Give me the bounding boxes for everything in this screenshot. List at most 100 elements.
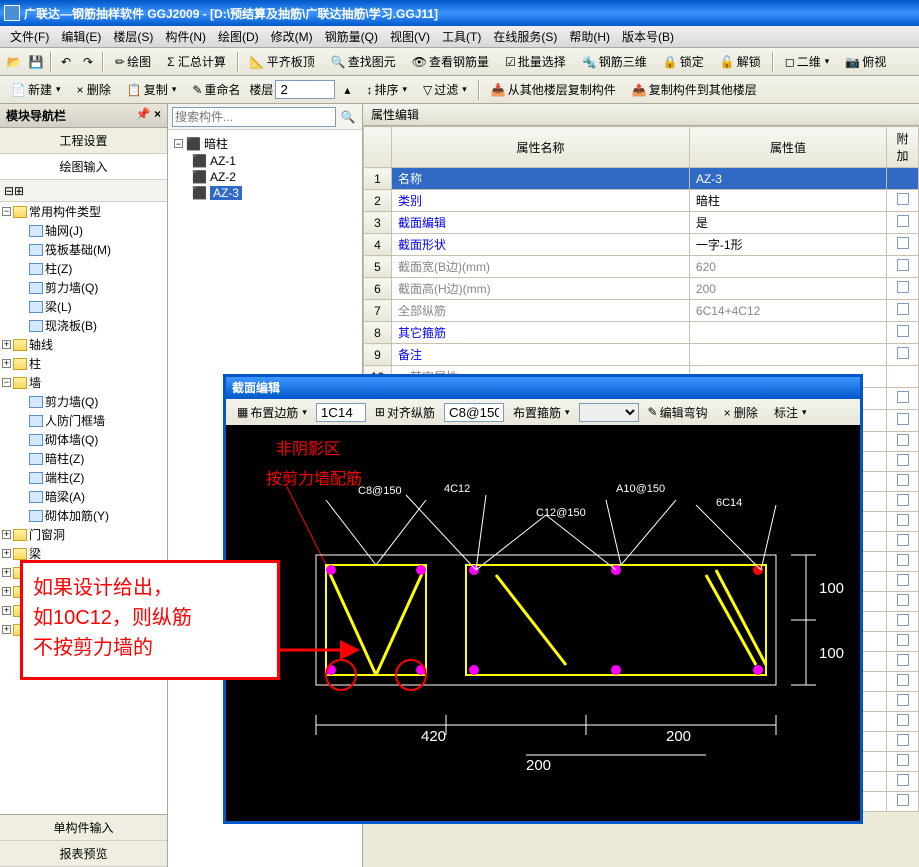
redo-icon[interactable]: ↷ — [78, 52, 98, 72]
filter-button[interactable]: ▽ 过滤 — [416, 78, 474, 101]
property-panel: 属性编辑 属性名称 属性值 附加 1名称AZ-3 2类别暗柱 3截面编辑是 4截… — [363, 104, 919, 867]
draw-button[interactable]: ✏ 绘图 — [108, 50, 158, 73]
floor-input[interactable] — [275, 80, 335, 99]
search-icon[interactable]: 🔍 — [338, 107, 358, 127]
nav-section-single[interactable]: 单构件输入 — [0, 815, 167, 841]
tree-wall-endcolumn[interactable]: 端柱(Z) — [0, 468, 167, 487]
section-editor-toolbar: ▦ 布置边筋 ⊞ 对齐纵筋 布置箍筋 ✎ 编辑弯钩 × 删除 标注 — [226, 399, 860, 425]
tree-root[interactable]: −常用构件类型 — [0, 202, 167, 221]
tree-item-grid[interactable]: 轴网(J) — [0, 221, 167, 240]
lock-button[interactable]: 🔒 锁定 — [656, 50, 711, 73]
main-menubar: 文件(F) 编辑(E) 楼层(S) 构件(N) 绘图(D) 修改(M) 钢筋量(… — [0, 26, 919, 48]
menu-help[interactable]: 帮助(H) — [563, 26, 616, 47]
open-icon[interactable]: 📂 — [4, 52, 24, 72]
pin-icon[interactable]: 📌 × — [136, 107, 161, 124]
prop-row-7[interactable]: 7全部纵筋6C14+4C12 — [364, 300, 919, 322]
tree-wall-hiddenbeam[interactable]: 暗梁(A) — [0, 487, 167, 506]
prop-row-6[interactable]: 6截面高(H边)(mm)200 — [364, 278, 919, 300]
batch-select-button[interactable]: ☑ 批量选择 — [498, 50, 573, 73]
menu-rebar[interactable]: 钢筋量(Q) — [319, 26, 384, 47]
undo-icon[interactable]: ↶ — [56, 52, 76, 72]
tree-wall-defense[interactable]: 人防门框墙 — [0, 411, 167, 430]
find-button[interactable]: 🔍 查找图元 — [324, 50, 403, 73]
rebar3d-button[interactable]: 🔩 钢筋三维 — [575, 50, 654, 73]
edge-rebar-input[interactable] — [316, 403, 366, 422]
menu-tools[interactable]: 工具(T) — [436, 26, 487, 47]
edit-hook-button[interactable]: ✎ 编辑弯钩 — [641, 401, 715, 424]
red-annotation-box: 如果设计给出， 如10C12，则纵筋 不按剪力墙的 — [20, 560, 280, 680]
align-rebar-button[interactable]: ⊞ 对齐纵筋 — [368, 401, 442, 424]
copy-to-floor-button[interactable]: 📤 复制构件到其他楼层 — [625, 78, 764, 101]
tree-cat-axis[interactable]: +轴线 — [0, 335, 167, 354]
component-type-tree: −常用构件类型 轴网(J) 筏板基础(M) 柱(Z) 剪力墙(Q) 梁(L) 现… — [0, 202, 167, 814]
menu-view[interactable]: 视图(V) — [384, 26, 436, 47]
instance-az3[interactable]: ⬛ AZ-3 — [172, 185, 358, 201]
prop-row-4[interactable]: 4截面形状一字-1形 — [364, 234, 919, 256]
module-nav-panel: 模块导航栏 📌 × 工程设置 绘图输入 ⊟⊞ −常用构件类型 轴网(J) 筏板基… — [0, 104, 168, 867]
menu-online[interactable]: 在线服务(S) — [487, 26, 563, 47]
tree-item-slab[interactable]: 现浇板(B) — [0, 316, 167, 335]
copy-button[interactable]: 📋 复制 — [120, 78, 184, 101]
prop-row-8[interactable]: 8其它箍筋 — [364, 322, 919, 344]
nav-panel-title: 模块导航栏 📌 × — [0, 104, 167, 128]
calc-button[interactable]: Σ 汇总计算 — [160, 50, 233, 73]
col-propvalue: 属性值 — [689, 127, 886, 168]
tree-item-shearwall[interactable]: 剪力墙(Q) — [0, 278, 167, 297]
toolbar-secondary: 📄 新建 × 删除 📋 复制 ✎ 重命名 楼层 ▴ ↕ 排序 ▽ 过滤 📥 从其… — [0, 76, 919, 104]
nav-section-report[interactable]: 报表预览 — [0, 841, 167, 867]
floor-up-icon[interactable]: ▴ — [337, 80, 357, 100]
menu-modify[interactable]: 修改(M) — [265, 26, 319, 47]
prop-row-1[interactable]: 1名称AZ-3 — [364, 168, 919, 190]
sort-button[interactable]: ↕ 排序 — [359, 78, 414, 101]
tree-cat-column[interactable]: +柱 — [0, 354, 167, 373]
tree-item-column[interactable]: 柱(Z) — [0, 259, 167, 278]
property-tab[interactable]: 属性编辑 — [363, 104, 919, 126]
tree-wall-masonry[interactable]: 砌体墙(Q) — [0, 430, 167, 449]
tree-wall-masonryrebar[interactable]: 砌体加筋(Y) — [0, 506, 167, 525]
tree-item-raft[interactable]: 筏板基础(M) — [0, 240, 167, 259]
menu-component[interactable]: 构件(N) — [159, 26, 212, 47]
instance-az1[interactable]: ⬛ AZ-1 — [172, 153, 358, 169]
edge-rebar-button[interactable]: ▦ 布置边筋 — [230, 401, 314, 424]
nav-section-engineering[interactable]: 工程设置 — [0, 128, 167, 154]
unlock-button[interactable]: 🔓 解锁 — [713, 50, 768, 73]
tree-wall-shear[interactable]: 剪力墙(Q) — [0, 392, 167, 411]
view-rebar-button[interactable]: 👁 查看钢筋量 — [405, 50, 496, 73]
expand-all-icon[interactable]: ⊟⊞ — [4, 184, 24, 198]
rename-button[interactable]: ✎ 重命名 — [185, 78, 247, 101]
tree-wall-hiddencolumn[interactable]: 暗柱(Z) — [0, 449, 167, 468]
view2d-dropdown[interactable]: ◻ 二维 — [778, 50, 837, 73]
hoop-button[interactable]: 布置箍筋 — [506, 401, 577, 424]
prop-row-5[interactable]: 5截面宽(B边)(mm)620 — [364, 256, 919, 278]
save-icon[interactable]: 💾 — [26, 52, 46, 72]
topview-button[interactable]: 📷 俯视 — [838, 50, 893, 73]
menu-file[interactable]: 文件(F) — [4, 26, 55, 47]
menu-floor[interactable]: 楼层(S) — [107, 26, 159, 47]
delete-button[interactable]: × 删除 — [70, 78, 118, 101]
col-propname: 属性名称 — [392, 127, 690, 168]
prop-row-2[interactable]: 2类别暗柱 — [364, 190, 919, 212]
tree-item-beam[interactable]: 梁(L) — [0, 297, 167, 316]
copy-from-floor-button[interactable]: 📥 从其他楼层复制构件 — [484, 78, 623, 101]
prop-row-3[interactable]: 3截面编辑是 — [364, 212, 919, 234]
red-arrow — [280, 620, 360, 680]
flat-slab-button[interactable]: 📐 平齐板顶 — [243, 50, 322, 73]
prop-row-9[interactable]: 9备注 — [364, 344, 919, 366]
nav-mini-toolbar: ⊟⊞ — [0, 180, 167, 202]
hoop-select[interactable] — [579, 403, 639, 422]
align-rebar-input[interactable] — [444, 403, 504, 422]
menu-draw[interactable]: 绘图(D) — [212, 26, 265, 47]
red-box-line1: 如果设计给出， — [33, 573, 267, 603]
search-input[interactable] — [172, 107, 336, 127]
nav-section-draw[interactable]: 绘图输入 — [0, 154, 167, 180]
se-delete-button[interactable]: × 删除 — [717, 401, 765, 424]
instance-root[interactable]: − ⬛ 暗柱 — [172, 134, 358, 153]
new-button[interactable]: 📄 新建 — [4, 78, 68, 101]
tree-cat-wall[interactable]: −墙 — [0, 373, 167, 392]
instance-az2[interactable]: ⬛ AZ-2 — [172, 169, 358, 185]
menu-version[interactable]: 版本号(B) — [616, 26, 680, 47]
menu-edit[interactable]: 编辑(E) — [55, 26, 107, 47]
annotate-button[interactable]: 标注 — [767, 401, 814, 424]
tree-cat-opening[interactable]: +门窗洞 — [0, 525, 167, 544]
col-extra: 附加 — [887, 127, 919, 168]
